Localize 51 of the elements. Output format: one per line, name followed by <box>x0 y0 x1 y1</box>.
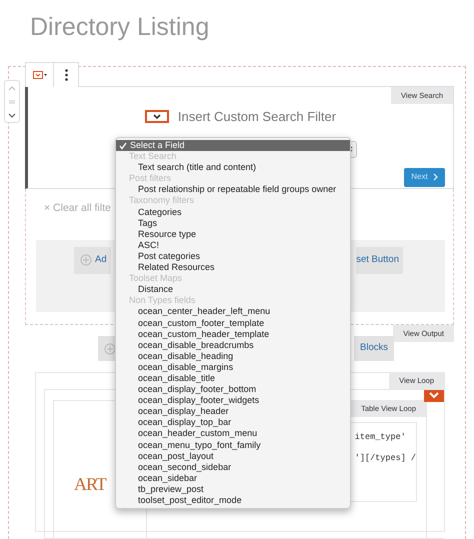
dropdown-option[interactable]: Select a Field <box>116 140 350 152</box>
filter-block-icon <box>144 110 169 124</box>
filter-block-icon <box>32 71 46 79</box>
option-group-label: Text Search <box>128 151 178 162</box>
block-badge-icon <box>424 390 444 402</box>
chevron-right-icon <box>432 173 438 181</box>
dropdown-option[interactable]: ocean_post_layout <box>116 450 350 462</box>
dropdown-option[interactable]: Resource type <box>116 228 350 240</box>
dropdown-option[interactable]: Related Resources <box>116 262 350 274</box>
plus-circle-icon <box>104 342 116 354</box>
dropdown-option[interactable]: ocean_display_footer_widgets <box>116 395 350 406</box>
option-group-label: Non Types fields <box>128 295 196 306</box>
dropdown-option[interactable]: ocean_disable_margins <box>116 362 350 373</box>
dropdown-option[interactable]: ocean_display_header <box>116 406 350 418</box>
blocks-button[interactable]: Blocks <box>354 336 394 361</box>
option-group-label: Toolset Maps <box>128 273 184 284</box>
dropdown-option[interactable]: ASC! <box>116 240 350 251</box>
block-heading: Insert Custom Search Filter <box>178 108 336 126</box>
more-icon <box>64 69 68 81</box>
dropdown-option[interactable]: toolset_post_editor_mode <box>116 495 350 506</box>
move-down-icon[interactable] <box>8 112 16 118</box>
dropdown-option[interactable]: ocean_menu_typo_font_family <box>116 440 350 451</box>
option-group-label: Taxonomy filters <box>128 195 196 207</box>
dropdown-option[interactable]: ocean_disable_title <box>116 372 350 384</box>
plus-circle-icon <box>80 254 92 266</box>
dropdown-option[interactable]: Tags <box>116 218 350 229</box>
dropdown-option[interactable]: ocean_display_top_bar <box>116 417 350 428</box>
dropdown-option[interactable]: Distance <box>116 284 350 296</box>
dropdown-option[interactable]: ocean_custom_header_template <box>116 328 350 340</box>
logo: ART <box>74 473 106 496</box>
code-line: '][/types] / <box>354 452 416 464</box>
dropdown-option[interactable]: tb_preview_post <box>116 484 350 495</box>
dropdown-option[interactable]: Post categories <box>116 250 350 262</box>
dropdown-option[interactable]: ocean_header_custom_menu <box>116 428 350 440</box>
drag-handle-icon[interactable] <box>9 100 15 104</box>
page-title: Directory Listing <box>29 12 210 43</box>
dropdown-option[interactable]: Text search (title and content) <box>116 162 350 174</box>
dropdown-option[interactable]: ocean_custom_footer_template <box>116 318 350 329</box>
dropdown-option[interactable]: ocean_display_footer_bottom <box>116 384 350 396</box>
option-group-label: Post filters <box>128 173 172 184</box>
dropdown-option[interactable]: Categories <box>116 206 350 218</box>
dropdown-option[interactable]: ocean_sidebar <box>116 472 350 484</box>
dropdown-option[interactable]: ocean_disable_breadcrumbs <box>116 340 350 351</box>
dropdown-option[interactable]: ocean_center_header_left_menu <box>116 306 350 318</box>
reset-button[interactable]: set Button <box>356 246 403 274</box>
dropdown-option[interactable]: ocean_disable_heading <box>116 350 350 362</box>
dropdown-option[interactable]: Post relationship or repeatable field groups owner <box>116 184 350 196</box>
check-icon <box>119 142 127 150</box>
add-filter-button[interactable]: Ad <box>74 246 111 274</box>
code-line: item_type' <box>354 431 406 444</box>
dropdown-option[interactable]: ocean_second_sidebar <box>116 462 350 473</box>
